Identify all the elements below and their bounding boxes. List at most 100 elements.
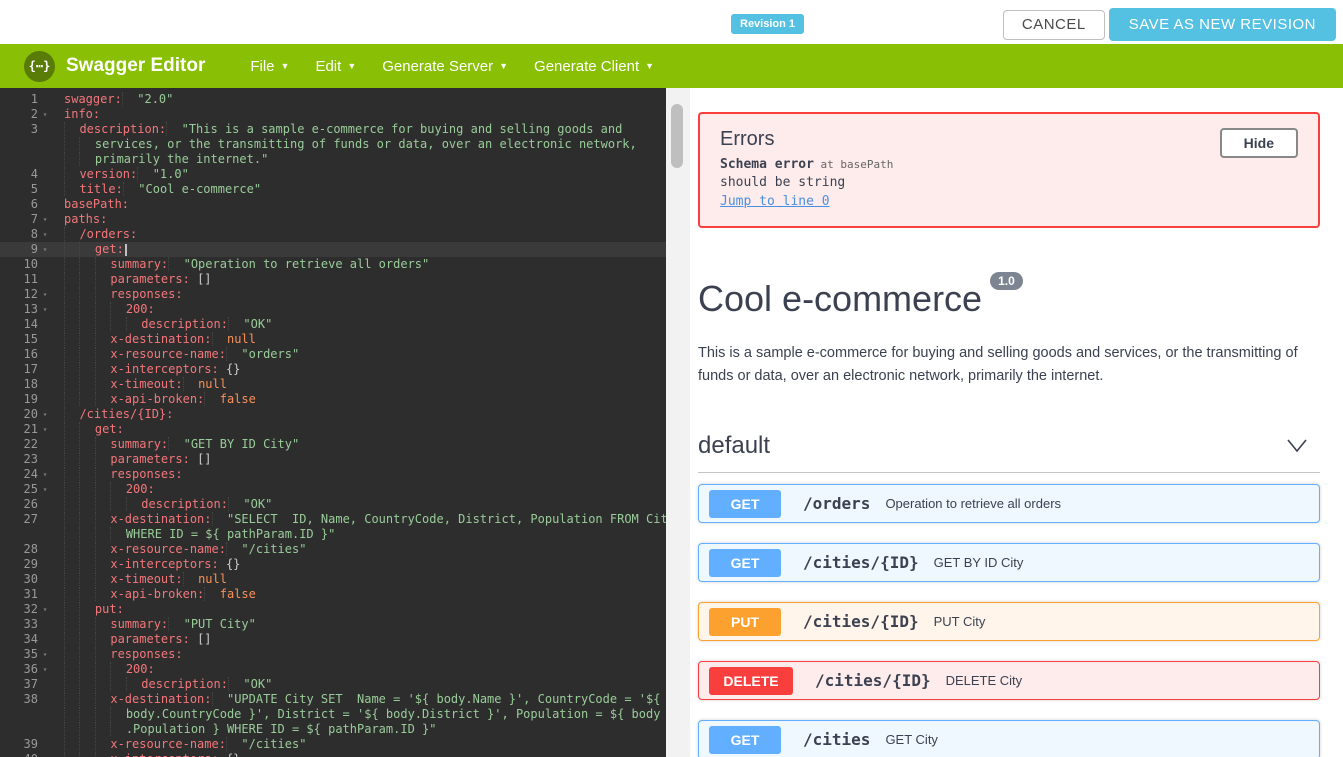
- line-number: 40: [0, 752, 38, 757]
- jump-to-line-link[interactable]: Jump to line 0: [720, 194, 830, 209]
- fold-arrow-icon[interactable]: [38, 542, 52, 557]
- line-number: 23: [0, 452, 38, 467]
- save-as-new-revision-button[interactable]: SAVE AS NEW REVISION: [1109, 8, 1336, 41]
- chevron-down-icon: ▼: [499, 61, 508, 71]
- fold-arrow-icon[interactable]: [38, 377, 52, 392]
- menu-item[interactable]: Edit ▼: [315, 58, 356, 75]
- fold-arrow-icon[interactable]: [38, 737, 52, 752]
- editor-line: 28 x-resource-name: "/cities": [0, 542, 666, 557]
- editor-line: 36 ▾ 200:: [0, 662, 666, 677]
- fold-arrow-icon[interactable]: [38, 257, 52, 272]
- line-number: 30: [0, 572, 38, 587]
- editor-line: 31 x-api-broken: false: [0, 587, 666, 602]
- fold-arrow-icon[interactable]: ▾: [38, 422, 52, 437]
- fold-arrow-icon[interactable]: [38, 752, 52, 757]
- fold-arrow-icon[interactable]: ▾: [38, 212, 52, 227]
- revision-badge: Revision 1: [731, 14, 804, 34]
- fold-arrow-icon[interactable]: ▾: [38, 602, 52, 617]
- fold-arrow-icon[interactable]: [38, 392, 52, 407]
- fold-arrow-icon[interactable]: ▾: [38, 287, 52, 302]
- fold-arrow-icon[interactable]: [38, 122, 52, 137]
- fold-arrow-icon[interactable]: [38, 167, 52, 182]
- line-code: swagger: "2.0": [52, 92, 173, 107]
- operation-row[interactable]: GET /orders Operation to retrieve all or…: [698, 484, 1320, 523]
- fold-arrow-icon[interactable]: ▾: [38, 107, 52, 122]
- line-code: primarily the internet.": [52, 152, 268, 167]
- fold-arrow-icon[interactable]: [38, 692, 52, 707]
- fold-arrow-icon[interactable]: [38, 497, 52, 512]
- editor-scrollbar-thumb[interactable]: [671, 104, 683, 168]
- api-title: Cool e-commerce: [698, 278, 982, 319]
- section-default-header[interactable]: default: [698, 432, 1320, 473]
- fold-arrow-icon[interactable]: ▾: [38, 242, 52, 257]
- fold-arrow-icon[interactable]: [38, 557, 52, 572]
- operation-row[interactable]: GET /cities GET City: [698, 720, 1320, 757]
- fold-arrow-icon[interactable]: [38, 632, 52, 647]
- fold-arrow-icon[interactable]: [38, 92, 52, 107]
- fold-arrow-icon[interactable]: [38, 707, 52, 722]
- menu-label: Edit: [315, 58, 341, 75]
- fold-arrow-icon[interactable]: ▾: [38, 467, 52, 482]
- yaml-editor[interactable]: 1 swagger: "2.0" 2 ▾ info: 3 description…: [0, 88, 666, 757]
- fold-arrow-icon[interactable]: [38, 512, 52, 527]
- menu-item[interactable]: Generate Client ▼: [534, 58, 654, 75]
- fold-arrow-icon[interactable]: [38, 362, 52, 377]
- line-number: 21: [0, 422, 38, 437]
- menu-label: File: [250, 58, 274, 75]
- editor-line: 24 ▾ responses:: [0, 467, 666, 482]
- operation-summary: GET BY ID City: [934, 555, 1024, 570]
- fold-arrow-icon[interactable]: [38, 137, 52, 152]
- fold-arrow-icon[interactable]: ▾: [38, 482, 52, 497]
- line-number: 26: [0, 497, 38, 512]
- fold-arrow-icon[interactable]: [38, 437, 52, 452]
- fold-arrow-icon[interactable]: [38, 677, 52, 692]
- cancel-button[interactable]: CANCEL: [1003, 10, 1105, 40]
- operation-row[interactable]: GET /cities/{ID} GET BY ID City: [698, 543, 1320, 582]
- line-number: 6: [0, 197, 38, 212]
- line-number: 3: [0, 122, 38, 137]
- fold-arrow-icon[interactable]: [38, 197, 52, 212]
- line-code: WHERE ID = ${ pathParam.ID }": [52, 527, 335, 542]
- fold-arrow-icon[interactable]: [38, 572, 52, 587]
- fold-arrow-icon[interactable]: [38, 587, 52, 602]
- error-message: should be string: [720, 175, 1298, 190]
- fold-arrow-icon[interactable]: [38, 347, 52, 362]
- line-code: x-destination: null: [52, 332, 256, 347]
- fold-arrow-icon[interactable]: [38, 332, 52, 347]
- fold-arrow-icon[interactable]: [38, 317, 52, 332]
- fold-arrow-icon[interactable]: [38, 617, 52, 632]
- fold-arrow-icon[interactable]: [38, 527, 52, 542]
- line-number: 31: [0, 587, 38, 602]
- operation-row[interactable]: DELETE /cities/{ID} DELETE City: [698, 661, 1320, 700]
- operation-row[interactable]: PUT /cities/{ID} PUT City: [698, 602, 1320, 641]
- editor-line: 35 ▾ responses:: [0, 647, 666, 662]
- fold-arrow-icon[interactable]: [38, 452, 52, 467]
- editor-line: 21 ▾ get:: [0, 422, 666, 437]
- editor-line: 19 x-api-broken: false: [0, 392, 666, 407]
- line-code: x-api-broken: false: [52, 392, 256, 407]
- line-code: parameters: []: [52, 272, 212, 287]
- fold-arrow-icon[interactable]: [38, 272, 52, 287]
- line-code: put:: [52, 602, 124, 617]
- editor-line: 4 version: "1.0": [0, 167, 666, 182]
- line-number: 22: [0, 437, 38, 452]
- line-number: [0, 722, 38, 737]
- fold-arrow-icon[interactable]: ▾: [38, 647, 52, 662]
- fold-arrow-icon[interactable]: [38, 182, 52, 197]
- fold-arrow-icon[interactable]: ▾: [38, 662, 52, 677]
- menu-item[interactable]: Generate Server ▼: [382, 58, 508, 75]
- fold-arrow-icon[interactable]: ▾: [38, 407, 52, 422]
- menu-item[interactable]: File ▼: [250, 58, 289, 75]
- line-code: parameters: []: [52, 632, 212, 647]
- fold-arrow-icon[interactable]: [38, 152, 52, 167]
- fold-arrow-icon[interactable]: ▾: [38, 302, 52, 317]
- line-number: 39: [0, 737, 38, 752]
- fold-arrow-icon[interactable]: [38, 722, 52, 737]
- line-code: description: "OK": [52, 677, 272, 692]
- line-code: 200:: [52, 302, 155, 317]
- fold-arrow-icon[interactable]: ▾: [38, 227, 52, 242]
- error-entry: Schema error at basePath: [720, 157, 1298, 172]
- method-badge: GET: [709, 726, 781, 754]
- hide-errors-button[interactable]: Hide: [1220, 128, 1298, 158]
- line-code: parameters: []: [52, 452, 212, 467]
